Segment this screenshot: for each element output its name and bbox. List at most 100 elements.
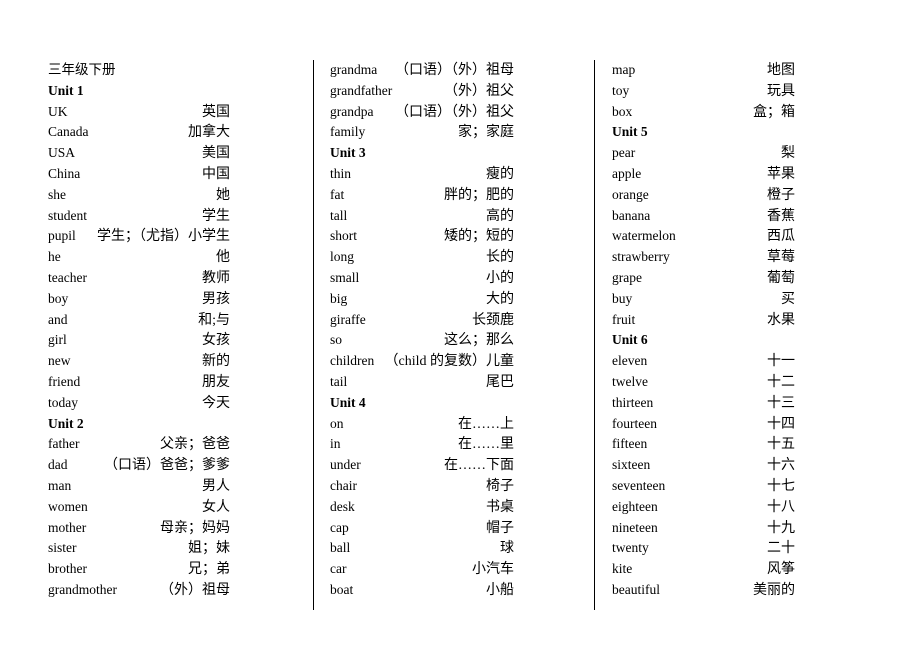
english-term: small (330, 269, 360, 285)
vocabulary-row: watermelon 西瓜 (612, 226, 795, 247)
chinese-gloss: 橙子 (767, 187, 795, 203)
vocabulary-row: nineteen 十九 (612, 518, 795, 539)
vocabulary-row: so 这么；那么 (330, 330, 514, 351)
english-term: fourteen (612, 415, 657, 431)
chinese-gloss: 长颈鹿 (472, 312, 514, 328)
english-term: grape (612, 269, 642, 285)
english-term: so (330, 332, 343, 348)
glossary-page: 三年级下册 Unit 1 UK 英国 Canada 加拿大 USA 美国 China 中国 she 她… (0, 0, 920, 651)
chinese-gloss: 长的 (486, 250, 514, 266)
english-term: watermelon (612, 228, 676, 244)
english-term: fifteen (612, 436, 648, 452)
chinese-gloss: 美国 (202, 146, 230, 162)
english-term: seventeen (612, 477, 666, 493)
chinese-gloss: 椅子 (486, 478, 514, 494)
vocabulary-row: she 她 (48, 185, 230, 206)
english-term: she (48, 186, 66, 202)
vocabulary-row: beautiful 美丽的 (612, 580, 795, 601)
vocabulary-row: small 小的 (330, 268, 514, 289)
vocabulary-row: today 今天 (48, 393, 230, 414)
chinese-gloss: 西瓜 (767, 229, 795, 245)
english-term: tail (330, 373, 348, 389)
vocabulary-row: thirteen 十三 (612, 393, 795, 414)
chinese-gloss: （外）祖父 (444, 83, 514, 99)
chinese-gloss: 十二 (767, 374, 795, 390)
chinese-gloss: 女人 (202, 499, 230, 515)
chinese-gloss: 十一 (767, 354, 795, 370)
vocabulary-row: and 和;与 (48, 310, 230, 331)
english-term: family (330, 124, 366, 140)
chinese-gloss: 小汽车 (472, 562, 514, 578)
chinese-gloss: （口语）（外）祖母 (395, 63, 514, 78)
vocabulary-row: twelve 十二 (612, 372, 795, 393)
vocabulary-row: fat 胖的；肥的 (330, 185, 514, 206)
vocabulary-row: desk 书桌 (330, 497, 514, 518)
chinese-gloss: 学生 (202, 208, 230, 224)
chinese-gloss: 加拿大 (188, 125, 230, 141)
english-term: twenty (612, 540, 649, 556)
english-term: fat (330, 186, 345, 202)
chinese-gloss: 家；家庭 (458, 125, 514, 141)
vocabulary-row: banana 香蕉 (612, 206, 795, 227)
vocabulary-row: children （child 的复数）儿童 (330, 351, 514, 372)
vocabulary-row: toy 玩具 (612, 81, 795, 102)
chinese-gloss: 中国 (202, 166, 230, 182)
english-term: mother (48, 519, 87, 535)
english-term: cap (330, 519, 349, 535)
vocabulary-row: teacher 教师 (48, 268, 230, 289)
vocabulary-row: seventeen 十七 (612, 476, 795, 497)
english-term: grandmother (48, 581, 117, 597)
chinese-gloss: 这么；那么 (444, 333, 514, 349)
vocabulary-row: sixteen 十六 (612, 455, 795, 476)
chinese-gloss: 小船 (486, 582, 514, 598)
vocabulary-row: women 女人 (48, 497, 230, 518)
vocabulary-row: apple 苹果 (612, 164, 795, 185)
chinese-gloss: 葡萄 (767, 270, 795, 286)
vocabulary-row: USA 美国 (48, 143, 230, 164)
chinese-gloss: 高的 (486, 208, 514, 224)
chinese-gloss: 美丽的 (753, 582, 795, 598)
unit-heading-label: Unit 6 (612, 332, 648, 348)
english-term: orange (612, 186, 649, 202)
column-divider-1 (313, 60, 314, 610)
vocabulary-row: eighteen 十八 (612, 497, 795, 518)
english-term: twelve (612, 373, 648, 389)
english-term: he (48, 249, 61, 265)
english-term: nineteen (612, 519, 658, 535)
chinese-gloss: 父亲；爸爸 (160, 437, 230, 453)
chinese-gloss: 十八 (767, 499, 795, 515)
chinese-gloss: 胖的；肥的 (444, 187, 514, 203)
vocabulary-row: map 地图 (612, 60, 795, 81)
english-term: big (330, 290, 348, 306)
vocabulary-row: buy 买 (612, 289, 795, 310)
unit-heading-label: Unit 4 (330, 394, 366, 410)
english-term: sixteen (612, 457, 651, 473)
english-term: apple (612, 165, 642, 181)
english-term: dad (48, 457, 68, 473)
english-term: man (48, 477, 72, 493)
vocabulary-row: short 矮的；短的 (330, 226, 514, 247)
english-term: girl (48, 332, 67, 348)
chinese-gloss: 梨 (781, 146, 795, 162)
english-term: fruit (612, 311, 636, 327)
vocabulary-row: grandfather （外）祖父 (330, 81, 514, 102)
chinese-gloss: 教师 (202, 270, 230, 286)
vocabulary-row: under 在……下面 (330, 455, 514, 476)
vocabulary-row: mother 母亲；妈妈 (48, 518, 230, 539)
english-term: short (330, 228, 357, 244)
english-term: strawberry (612, 249, 670, 265)
english-term: friend (48, 373, 81, 389)
english-term: grandpa (330, 103, 374, 119)
chinese-gloss: 在……里 (458, 437, 514, 453)
english-term: boy (48, 290, 69, 306)
english-term: eighteen (612, 498, 658, 514)
chinese-gloss: 朋友 (202, 374, 230, 390)
unit-heading: Unit 6 (612, 330, 795, 351)
unit-heading-label: Unit 5 (612, 124, 648, 140)
english-term: China (48, 165, 81, 181)
chinese-gloss: 矮的；短的 (444, 229, 514, 245)
vocabulary-row: big 大的 (330, 289, 514, 310)
unit-heading: Unit 5 (612, 122, 795, 143)
chinese-gloss: 今天 (202, 395, 230, 411)
unit-heading: Unit 3 (330, 143, 514, 164)
